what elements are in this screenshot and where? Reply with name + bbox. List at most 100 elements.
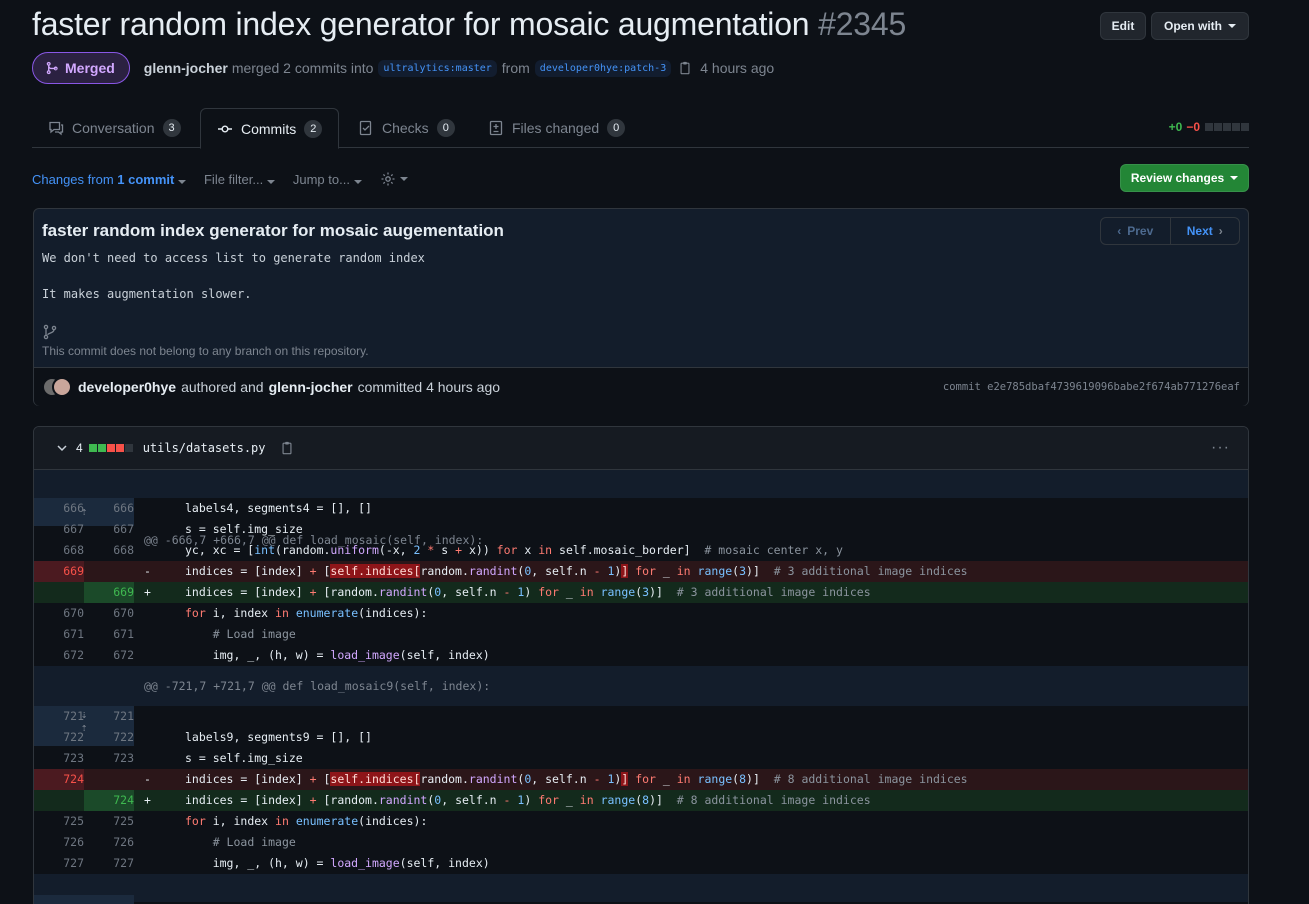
prev-button[interactable]: ‹ Prev bbox=[1101, 218, 1171, 244]
tab-conversation[interactable]: Conversation 3 bbox=[32, 108, 197, 148]
file-filter-dropdown[interactable]: File filter... bbox=[204, 172, 275, 187]
diff-line: 667 667 s = self.img_size bbox=[34, 519, 1248, 540]
tab-conversation-count: 3 bbox=[162, 119, 181, 137]
code-line: indices = [index] + [self.indices[random… bbox=[185, 564, 968, 578]
authored-text: authored and bbox=[181, 379, 264, 395]
copy-icon[interactable] bbox=[280, 441, 294, 455]
line-number[interactable]: 725 bbox=[34, 811, 84, 832]
line-number[interactable]: 722 bbox=[34, 727, 84, 748]
line-number[interactable]: 723 bbox=[34, 748, 84, 769]
next-button[interactable]: Next › bbox=[1171, 218, 1240, 244]
diff-line: 670 670 for i, index in enumerate(indices)… bbox=[34, 603, 1248, 624]
commit-body-line: It makes augmentation slower. bbox=[42, 287, 252, 301]
head-branch-link[interactable]: developer0hye:patch-3 bbox=[534, 59, 672, 77]
line-number[interactable]: 670 bbox=[84, 603, 134, 624]
chevron-down-icon bbox=[1230, 176, 1239, 180]
hunk-header: ⇡ @@ -666,7 +666,7 @@ def load_mosaic(se… bbox=[34, 470, 1248, 547]
review-changes-button[interactable]: Review changes bbox=[1120, 164, 1249, 192]
line-number[interactable]: 726 bbox=[34, 832, 84, 853]
from-text: from bbox=[501, 60, 530, 76]
comment-icon bbox=[49, 121, 64, 136]
avatar[interactable] bbox=[52, 377, 72, 397]
line-number[interactable]: 672 bbox=[84, 645, 134, 666]
chevron-down-icon[interactable] bbox=[54, 440, 70, 456]
line-number[interactable]: 721 bbox=[84, 706, 134, 727]
prev-label: Prev bbox=[1127, 224, 1154, 238]
kebab-menu-icon[interactable]: ··· bbox=[1211, 439, 1230, 457]
merge-author-link[interactable]: glenn-jocher bbox=[144, 60, 228, 76]
chevron-down-icon bbox=[353, 179, 362, 184]
line-number[interactable]: 722 bbox=[84, 727, 134, 748]
line-number[interactable]: 724 bbox=[84, 790, 134, 811]
diff-line-added: 724 + indices = [index] + [random.randint(… bbox=[34, 790, 1248, 811]
line-number[interactable]: 667 bbox=[84, 519, 134, 540]
addition-marker: + bbox=[144, 793, 151, 807]
line-number[interactable]: 672 bbox=[34, 645, 84, 666]
diff-line: 723 723 s = self.img_size bbox=[34, 748, 1248, 769]
commit-author-link[interactable]: developer0hye bbox=[78, 379, 176, 395]
diff-line: 666 666 labels4, segments4 = [], [] bbox=[34, 498, 1248, 519]
tab-checks-label: Checks bbox=[382, 120, 429, 136]
line-number[interactable]: 669 bbox=[84, 582, 134, 603]
base-branch-link[interactable]: ultralytics:master bbox=[378, 59, 497, 77]
line-number[interactable]: 726 bbox=[84, 832, 134, 853]
diff-settings-dropdown[interactable] bbox=[380, 171, 408, 187]
file-filter-label: File filter... bbox=[203, 171, 264, 187]
commit-sha[interactable]: commit e2e785dbaf4739619096babe2f674ab77… bbox=[943, 381, 1240, 393]
line-number[interactable]: 667 bbox=[34, 519, 84, 540]
branch-note: This commit does not belong to any branc… bbox=[42, 344, 369, 358]
line-number[interactable]: 727 bbox=[34, 853, 84, 874]
committer-link[interactable]: glenn-jocher bbox=[269, 379, 353, 395]
gear-icon bbox=[381, 172, 395, 186]
tab-commits[interactable]: Commits 2 bbox=[200, 108, 340, 149]
changes-from-dropdown[interactable]: Changes from 1 commit bbox=[32, 172, 186, 187]
line-number[interactable]: 671 bbox=[34, 624, 84, 645]
line-number[interactable]: 670 bbox=[34, 603, 84, 624]
hunk-header: ⇣ ⇡ @@ -721,7 +721,7 @@ def load_mosaic9(… bbox=[34, 666, 1248, 746]
diff-line: 727 727 img, _, (h, w) = load_image(self,… bbox=[34, 853, 1248, 874]
expand-row: ⇣ bbox=[34, 874, 1248, 904]
status-label: Merged bbox=[65, 60, 115, 76]
line-number[interactable]: 668 bbox=[34, 540, 84, 561]
line-number[interactable]: 724 bbox=[34, 769, 84, 790]
line-number[interactable]: 668 bbox=[84, 540, 134, 561]
chevron-down-icon bbox=[399, 177, 408, 181]
line-number[interactable]: 669 bbox=[34, 561, 84, 582]
copy-icon[interactable] bbox=[678, 61, 692, 75]
tab-checks[interactable]: Checks 0 bbox=[342, 108, 471, 148]
jump-to-label: Jump to... bbox=[292, 171, 350, 187]
diff-line: 721 721 bbox=[34, 706, 1248, 727]
expand-down-icon[interactable]: ⇣ bbox=[34, 895, 134, 904]
open-with-button[interactable]: Open with bbox=[1151, 12, 1249, 40]
pr-title-text: faster random index generator for mosaic… bbox=[32, 6, 810, 42]
code-line: s = self.img_size bbox=[185, 522, 303, 536]
line-number[interactable]: 725 bbox=[84, 811, 134, 832]
commit-title: faster random index generator for mosaic… bbox=[42, 221, 504, 240]
line-number[interactable]: 727 bbox=[84, 853, 134, 874]
code-line: indices = [index] + [random.randint(0, s… bbox=[185, 585, 871, 599]
line-number[interactable]: 666 bbox=[84, 498, 134, 519]
edit-button[interactable]: Edit bbox=[1100, 12, 1146, 40]
chevron-right-icon: › bbox=[1218, 224, 1223, 238]
diffstat-bar bbox=[88, 444, 133, 452]
line-number[interactable]: 671 bbox=[84, 624, 134, 645]
pr-tabs: Conversation 3 Commits 2 Checks 0 Files … bbox=[32, 108, 1249, 149]
code-line: # Load image bbox=[212, 835, 296, 849]
commit-details: faster random index generator for mosaic… bbox=[33, 208, 1249, 406]
code-line: for i, index in enumerate(indices): bbox=[185, 606, 428, 620]
code-line: labels9, segments9 = [], [] bbox=[185, 730, 372, 744]
merge-time: 4 hours ago bbox=[700, 60, 775, 76]
review-changes-label: Review changes bbox=[1130, 171, 1225, 185]
chevron-down-icon bbox=[1228, 24, 1236, 28]
code-line: # Load image bbox=[212, 627, 296, 641]
line-number[interactable]: 721 bbox=[34, 706, 84, 727]
jump-to-dropdown[interactable]: Jump to... bbox=[293, 172, 362, 187]
chevron-down-icon bbox=[266, 179, 275, 184]
merge-text: merged 2 commits into bbox=[231, 60, 374, 76]
line-number[interactable]: 723 bbox=[84, 748, 134, 769]
tab-files-changed[interactable]: Files changed 0 bbox=[472, 108, 641, 148]
line-number[interactable]: 666 bbox=[34, 498, 84, 519]
hunk-header-text: @@ -721,7 +721,7 @@ def load_mosaic9(sel… bbox=[144, 679, 491, 693]
code-line: img, _, (h, w) = load_image(self, index) bbox=[185, 648, 490, 662]
file-path[interactable]: utils/datasets.py bbox=[143, 441, 266, 455]
